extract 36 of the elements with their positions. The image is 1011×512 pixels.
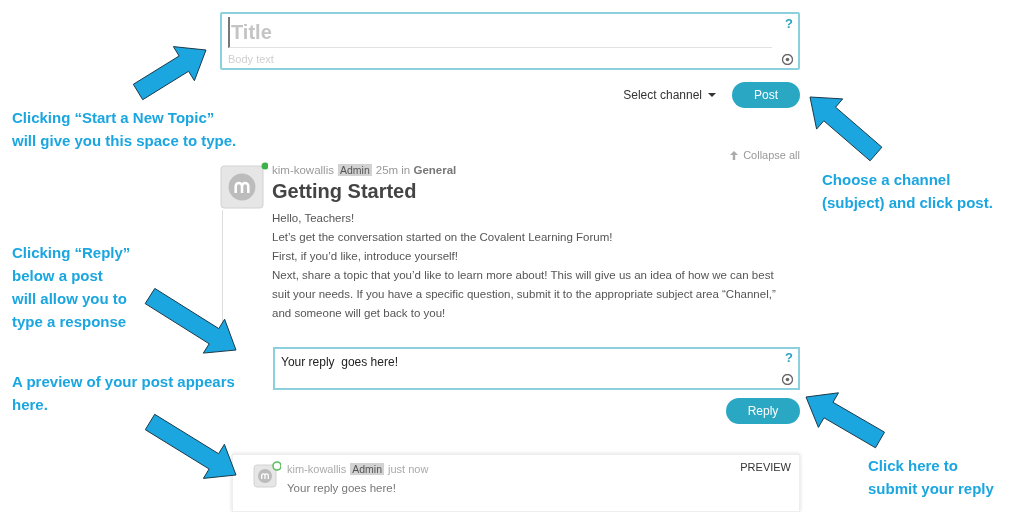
title-field[interactable]: Title [228,17,772,48]
preview-label: PREVIEW [740,461,791,475]
author-name[interactable]: kim-kowallis [272,164,334,176]
reply-button[interactable]: Reply [726,398,800,424]
role-badge: Admin [338,164,372,176]
post-button[interactable]: Post [732,82,800,108]
role-badge: Admin [350,463,385,475]
avatar-icon [253,461,281,489]
callout-note: Choose a channel (subject) and click post. [822,170,993,213]
arrow-icon [144,287,237,354]
reply-text: Your reply goes here! [287,482,397,494]
eye-icon[interactable] [781,54,794,65]
post-time: just now [388,463,429,475]
callout-note: Click here to submit your reply [868,456,994,499]
post-paragraph: Next, share a topic that you’d like to learn more about! This will give us an idea of how we can best suit your needs. If you have a specific question, submit it to the appropriate subject area “Channel,” and someone will get back to you! [272,268,777,321]
callout-note: A preview of your post appears here. [12,372,235,415]
arrow-icon [144,413,237,479]
help-icon[interactable]: ? [785,16,793,31]
post-paragraph: Let’s get the conversation started on the Covalent Learning Forum! [272,230,614,245]
arrow-icon [805,392,885,449]
post-paragraph: Hello, Teachers! [272,211,356,226]
avatar-icon [220,162,268,210]
eye-icon[interactable] [781,374,794,385]
post-time: 25m in General [375,164,457,176]
post-title: Getting Started [272,180,418,203]
collapse-all-link[interactable]: Collapse all [743,149,800,161]
author-name[interactable]: kim-kowallis [287,463,347,475]
arrow-icon [132,46,207,101]
arrow-icon [809,96,883,162]
reply-editor[interactable]: Your reply goes here! ? [273,347,800,390]
reply-field[interactable]: Your reply goes here! [281,355,774,388]
callout-note: Clicking “Reply” below a post will allow you to type a response [12,243,131,332]
post-paragraph: First, if you’d like, introduce yourself! [272,249,459,264]
help-icon[interactable]: ? [785,350,793,365]
channel-dropdown[interactable]: Select channel [623,88,716,102]
callout-note: Clicking “Start a New Topic” will give you this space to type. [12,108,237,151]
